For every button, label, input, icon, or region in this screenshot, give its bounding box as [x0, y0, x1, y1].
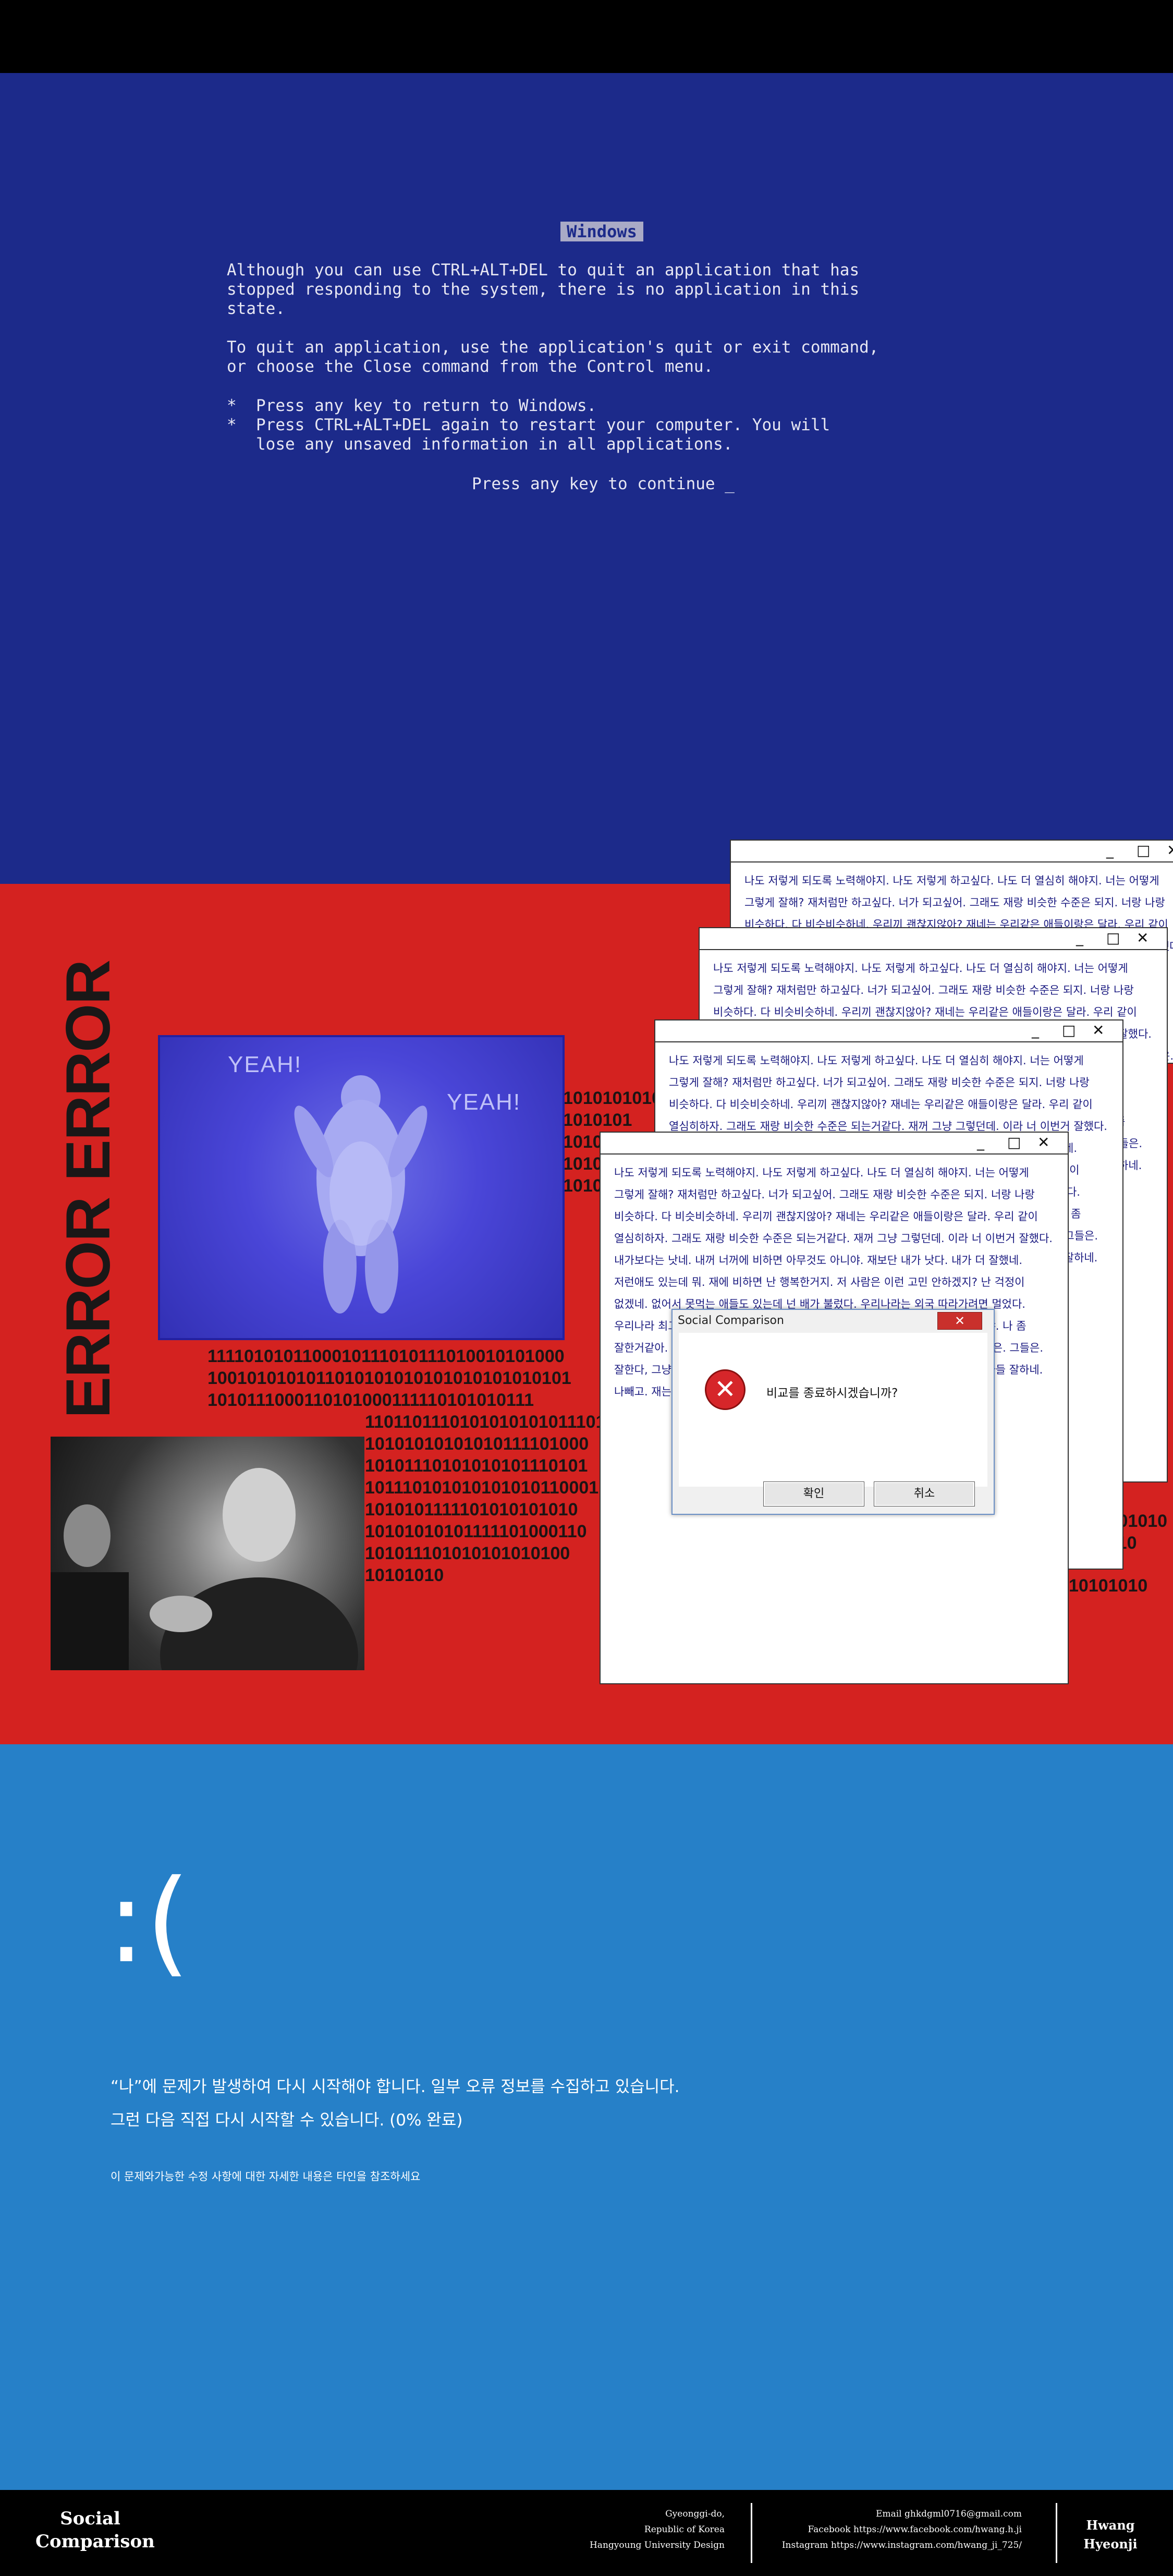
clapping-man-figure-icon	[51, 1468, 358, 1670]
window-title-bar[interactable]: _ □ ✕	[655, 1020, 1122, 1042]
yeti-figure-icon	[294, 1075, 427, 1314]
minimize-icon[interactable]: _	[1076, 930, 1083, 946]
binary-text: 10101010101111101000110	[365, 1522, 587, 1541]
confirm-dialog[interactable]: Social Comparison ✕ ✕ 비교를 종료하시겠습니까? 확인 취…	[671, 1309, 995, 1515]
close-icon[interactable]: ✕	[1137, 930, 1148, 946]
binary-text: 10101010	[1069, 1576, 1148, 1596]
dialog-close-button[interactable]: ✕	[937, 1312, 982, 1330]
top-black-bar	[0, 0, 1173, 73]
bsod-title: Windows	[560, 222, 643, 241]
binary-text: 1111010101100010111010111010010101000	[207, 1346, 565, 1366]
window-title-bar[interactable]: _ □ ✕	[731, 841, 1173, 862]
cancel-button[interactable]: 취소	[874, 1481, 975, 1506]
footer-instagram[interactable]: Instagram https://www.instagram.com/hwan…	[761, 2537, 1022, 2553]
window-title-bar[interactable]: _ □ ✕	[700, 928, 1167, 950]
footer-title: Social Comparison	[35, 2507, 155, 2553]
footer-author: Hwang Hyeonji	[1074, 2516, 1147, 2554]
restart-message-line3: 이 문제와가능한 수정 사항에 대한 자세한 내용은 타인을 참조하세요	[111, 2170, 421, 2183]
binary-text: 1010101	[563, 1110, 632, 1130]
minimize-icon[interactable]: _	[1032, 1023, 1039, 1038]
yeti-image: YEAH! YEAH!	[158, 1035, 565, 1340]
error-vertical-title: ERROR ERROR	[53, 960, 123, 1418]
footer-title-line1: Social	[60, 2508, 120, 2529]
maximize-icon[interactable]: □	[1007, 1135, 1021, 1150]
binary-text: 10101010	[365, 1565, 444, 1585]
maximize-icon[interactable]: □	[1137, 843, 1150, 858]
clapping-man-photo	[51, 1437, 364, 1670]
footer-contacts: Email ghkdgml0716@gmail.com Facebook htt…	[761, 2506, 1022, 2553]
dialog-content: ✕ 비교를 종료하시겠습니까?	[679, 1333, 987, 1487]
maximize-icon[interactable]: □	[1106, 930, 1120, 946]
minimize-icon[interactable]: _	[977, 1135, 984, 1150]
window-title-bar[interactable]: _ □ ✕	[601, 1133, 1068, 1155]
binary-text: 101110101010101010110001	[365, 1478, 599, 1498]
bsod-line: Although you can use CTRL+ALT+DEL to qui…	[227, 261, 860, 280]
footer-email[interactable]: Email ghkdgml0716@gmail.com	[761, 2506, 1022, 2522]
bsod-line: To quit an application, use the applicat…	[227, 338, 879, 357]
bsod-line: or choose the Close command from the Con…	[227, 357, 714, 376]
bsod-line: state.	[227, 299, 285, 318]
maximize-icon[interactable]: □	[1062, 1023, 1076, 1038]
bsod-line: * Press any key to return to Windows.	[227, 396, 597, 415]
footer-author-line2: Hyeonji	[1083, 2536, 1138, 2551]
ok-button[interactable]: 확인	[763, 1481, 864, 1506]
footer-divider	[1056, 2503, 1057, 2563]
footer-location-line2: Republic of Korea	[644, 2524, 725, 2535]
restart-message-line2: 그런 다음 직접 다시 시작할 수 있습니다. (0% 완료)	[111, 2111, 463, 2130]
binary-text: 101011101010101010100	[365, 1544, 570, 1563]
footer-location: Gyeonggi-do, Republic of Korea Hangyoung…	[521, 2506, 725, 2553]
binary-text: 1001010101011010101010101010101010101	[207, 1368, 571, 1388]
close-icon[interactable]: ✕	[1167, 843, 1173, 858]
dialog-message: 비교를 종료하시겠습니까?	[766, 1387, 898, 1400]
minimize-icon[interactable]: _	[1106, 843, 1114, 858]
binary-text: 10101010101010111101000	[365, 1434, 589, 1454]
bsod-line: * Press CTRL+ALT+DEL again to restart yo…	[227, 416, 830, 434]
footer-location-line1: Gyeonggi-do,	[665, 2509, 725, 2519]
binary-text: 1010111000110101000111110101010111	[207, 1390, 534, 1410]
close-icon[interactable]: ✕	[1092, 1023, 1104, 1038]
dialog-title: Social Comparison	[678, 1314, 784, 1327]
restart-message-line1: “나”에 문제가 발생하여 다시 시작해야 합니다. 일부 오류 정보를 수집하…	[111, 2077, 680, 2096]
footer-divider	[751, 2503, 752, 2563]
binary-text: 10101110101010101110101	[365, 1456, 588, 1476]
binary-text: 1010101010	[563, 1088, 662, 1108]
error-icon: ✕	[705, 1369, 746, 1410]
bsod-line: stopped responding to the system, there …	[227, 280, 860, 299]
sad-face: :(	[107, 1855, 190, 1988]
close-icon[interactable]: ✕	[1037, 1135, 1049, 1150]
binary-text: 1010101111101010101010	[365, 1500, 578, 1520]
binary-text: 110110111010101010101110101	[365, 1412, 626, 1432]
footer-location-line3: Hangyoung University Design	[589, 2540, 725, 2550]
footer-title-line2: Comparison	[35, 2531, 155, 2552]
footer-author-line1: Hwang	[1086, 2518, 1135, 2533]
footer-facebook[interactable]: Facebook https://www.facebook.com/hwang.…	[761, 2522, 1022, 2537]
bsod-line: lose any unsaved information in all appl…	[227, 435, 733, 454]
bsod-continue-prompt: Press any key to continue _	[472, 475, 735, 493]
